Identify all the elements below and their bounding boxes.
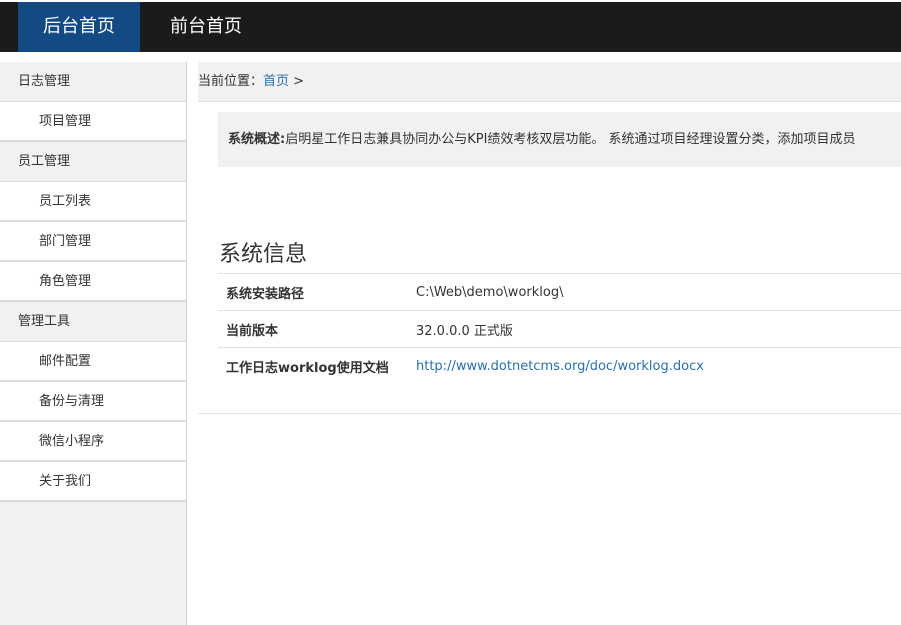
top-navbar: 后台首页 前台首页 [0,2,901,52]
overview-text: 启明星工作日志兼具协同办公与KPI绩效考核双层功能。 系统通过项目经理设置分类，… [285,132,856,147]
nav-admin-home[interactable]: 后台首页 [18,2,140,52]
sidebar-item-staff-list[interactable]: 员工列表 [0,182,186,222]
sidebar-group-staff[interactable]: 员工管理 [0,142,186,182]
table-row: 当前版本 32.0.0.0 正式版 [218,310,901,348]
table-row: 工作日志worklog使用文档 http://www.dotnetcms.org… [218,347,901,385]
breadcrumb: 当前位置：首页 > [198,62,901,102]
install-path-value: C:\Web\demo\worklog\ [416,273,901,311]
system-info-title: 系统信息 [219,242,308,267]
sidebar-item-roles[interactable]: 角色管理 [0,262,186,302]
sidebar-item-about[interactable]: 关于我们 [0,462,186,502]
nav-front-home[interactable]: 前台首页 [140,2,272,52]
breadcrumb-separator: > [289,74,305,89]
overview-label: 系统概述: [228,132,286,147]
doc-cell: http://www.dotnetcms.org/doc/worklog.doc… [416,347,901,385]
install-path-label: 系统安装路径 [218,273,416,311]
doc-label: 工作日志worklog使用文档 [218,347,416,385]
version-label: 当前版本 [218,310,416,348]
table-row: 系统安装路径 C:\Web\demo\worklog\ [218,273,901,311]
sidebar-item-projects[interactable]: 项目管理 [0,102,186,142]
sidebar-item-backup[interactable]: 备份与清理 [0,382,186,422]
breadcrumb-home-link[interactable]: 首页 [263,74,289,89]
divider [198,413,901,414]
sidebar-item-mail-config[interactable]: 邮件配置 [0,342,186,382]
breadcrumb-prefix: 当前位置： [198,74,264,89]
system-info-table: 系统安装路径 C:\Web\demo\worklog\ 当前版本 32.0.0.… [218,273,901,385]
sidebar-item-wechat-app[interactable]: 微信小程序 [0,422,186,462]
sidebar-group-log[interactable]: 日志管理 [0,62,186,102]
sidebar-item-departments[interactable]: 部门管理 [0,222,186,262]
system-overview: 系统概述:启明星工作日志兼具协同办公与KPI绩效考核双层功能。 系统通过项目经理… [218,112,901,167]
doc-link[interactable]: http://www.dotnetcms.org/doc/worklog.doc… [416,359,704,374]
sidebar: 日志管理 项目管理 员工管理 员工列表 部门管理 角色管理 管理工具 邮件配置 … [0,62,187,625]
sidebar-group-tools[interactable]: 管理工具 [0,302,186,342]
version-value: 32.0.0.0 正式版 [416,310,901,348]
